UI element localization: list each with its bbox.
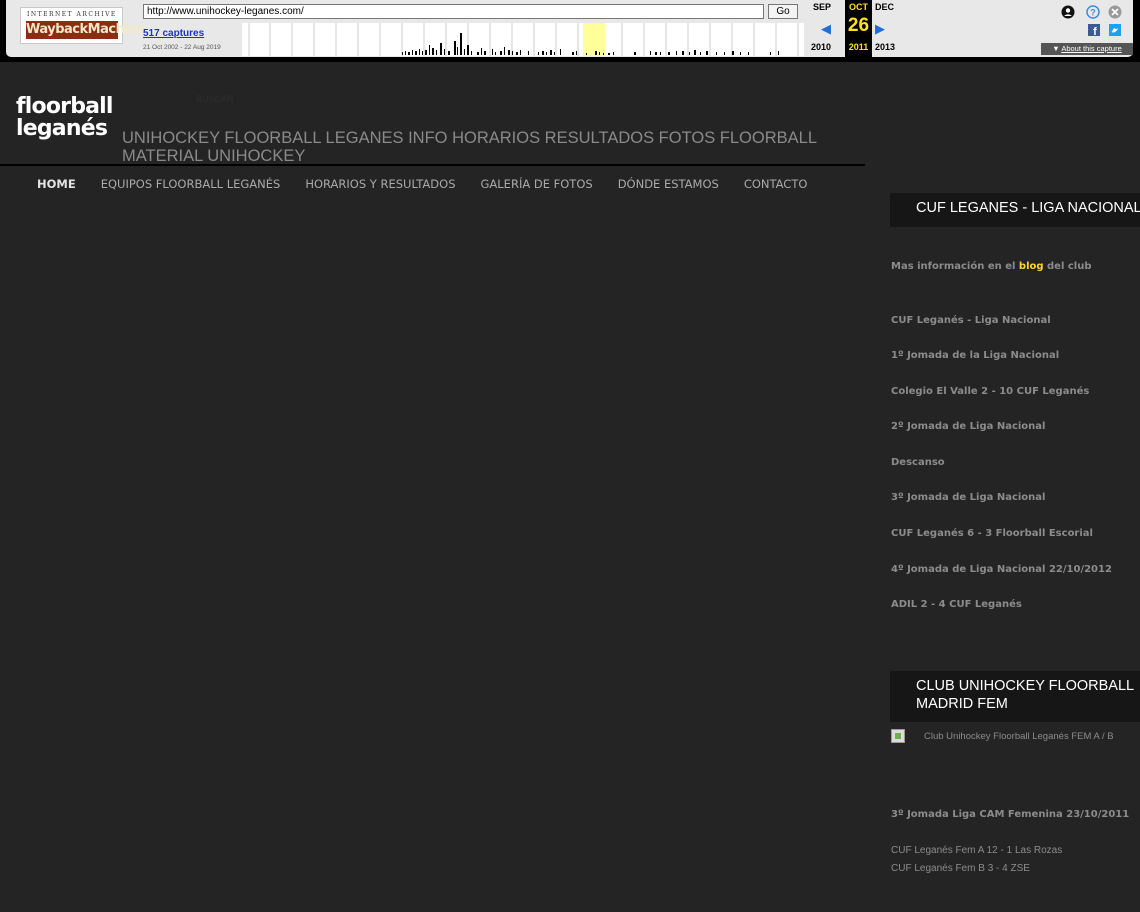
- close-icon[interactable]: [1108, 5, 1122, 19]
- sidebar-title-liga: CUF LEGANES - LIGA NACIONAL: [890, 193, 1140, 227]
- svg-text:?: ?: [1090, 8, 1096, 18]
- sidebar-link[interactable]: 3º Jomada Liga CAM Femenina 23/10/2011: [891, 809, 1129, 820]
- wayback-next-year[interactable]: 2013: [875, 42, 895, 52]
- wayback-sparkline[interactable]: [242, 23, 804, 56]
- wayback-prev-year[interactable]: 2010: [811, 42, 831, 52]
- sidebar-link[interactable]: 1º Jomada de la Liga Nacional: [891, 350, 1059, 361]
- header-divider: [0, 164, 865, 166]
- result-line: CUF Leganés Fem B 3 - 4 ZSE: [891, 863, 1030, 874]
- sidebar-blog-prefix: Mas información en el: [891, 261, 1019, 272]
- wayback-toolbar-panel: INTERNET ARCHIVE WaybackMachine http://w…: [6, 0, 1133, 57]
- nav-item-equipos[interactable]: EQUIPOS FLOORBALL LEGANÉS: [101, 176, 281, 192]
- wayback-go-button[interactable]: Go: [768, 4, 798, 19]
- about-capture-label: About this capture: [1061, 44, 1122, 53]
- search-button[interactable]: BUSCAR: [196, 94, 234, 104]
- site-logo-line2: leganés: [16, 116, 108, 141]
- sidebar-link[interactable]: 4º Jomada de Liga Nacional 22/10/2012: [891, 564, 1112, 575]
- team-photo-alt: Club Unihockey Floorball Leganés FEM A /…: [924, 730, 1114, 742]
- facebook-icon[interactable]: f: [1088, 24, 1100, 38]
- sidebar-link[interactable]: CUF Leganés 6 - 3 Floorball Escorial: [891, 528, 1093, 539]
- sidebar-title-femenino: CLUB UNIHOCKEY FLOORBALL MADRID FEM: [890, 671, 1140, 722]
- sidebar-blog-suffix: del club: [1043, 261, 1092, 272]
- site-logo[interactable]: floorball leganés: [16, 96, 113, 140]
- wayback-next-month[interactable]: DEC: [875, 2, 894, 12]
- sidebar-link[interactable]: 3º Jomada de Liga Nacional: [891, 492, 1045, 503]
- nav-item-home[interactable]: HOME: [37, 176, 76, 192]
- wayback-logo-top: INTERNET ARCHIVE: [27, 11, 117, 18]
- sidebar-link[interactable]: ADIL 2 - 4 CUF Leganés: [891, 599, 1022, 610]
- sidebar-link[interactable]: CUF Leganés - Liga Nacional: [891, 315, 1051, 326]
- sidebar-link[interactable]: Colegio El Valle 2 - 10 CUF Leganés: [891, 386, 1089, 397]
- wayback-current-month: OCT: [849, 2, 868, 12]
- team-photo: Club Unihockey Floorball Leganés FEM A /…: [891, 729, 1114, 743]
- about-capture-button[interactable]: ▼ About this capture: [1041, 43, 1133, 55]
- wayback-icon-group: ? f: [1058, 4, 1138, 45]
- broken-image-icon: [891, 729, 905, 743]
- help-icon[interactable]: ?: [1086, 5, 1100, 19]
- site-tagline: UNIHOCKEY FLOORBALL LEGANES INFO HORARIO…: [122, 129, 817, 165]
- nav-item-galeria[interactable]: GALERÍA DE FOTOS: [481, 176, 593, 192]
- wayback-calendar: SEP OCT DEC ◀ 26 ▶ 2010 2011 2013: [811, 0, 901, 57]
- nav-item-contacto[interactable]: CONTACTO: [744, 176, 808, 192]
- wayback-current-day: 26: [847, 15, 870, 36]
- wayback-current-year: 2011: [848, 42, 869, 52]
- wayback-prev-month[interactable]: SEP: [813, 2, 831, 12]
- blog-link[interactable]: blog: [1019, 261, 1044, 272]
- nav-item-donde[interactable]: DÓNDE ESTAMOS: [618, 176, 719, 192]
- main-nav: HOME EQUIPOS FLOORBALL LEGANÉS HORARIOS …: [37, 176, 832, 192]
- svg-text:f: f: [1093, 26, 1097, 38]
- wayback-toolbar: INTERNET ARCHIVE WaybackMachine http://w…: [0, 0, 1140, 62]
- wayback-captures-link[interactable]: 517 captures: [143, 28, 204, 39]
- sidebar-link[interactable]: Descanso: [891, 457, 945, 468]
- next-capture-arrow-icon[interactable]: ▶: [875, 21, 885, 37]
- sidebar-link[interactable]: 2º Jomada de Liga Nacional: [891, 421, 1045, 432]
- wayback-logo-main: WaybackMachine: [26, 21, 146, 39]
- site-logo-line1: floorball: [16, 94, 113, 119]
- wayback-logo[interactable]: INTERNET ARCHIVE WaybackMachine: [20, 7, 146, 44]
- prev-capture-arrow-icon[interactable]: ◀: [821, 21, 831, 37]
- nav-item-horarios[interactable]: HORARIOS Y RESULTADOS: [305, 176, 455, 192]
- wayback-capture-range: 21 Oct 2002 - 22 Aug 2019: [143, 44, 221, 51]
- wayback-url-input[interactable]: http://www.unihockey-leganes.com/: [143, 4, 764, 19]
- user-icon[interactable]: [1061, 5, 1075, 19]
- result-line: CUF Leganés Fem A 12 - 1 Las Rozas: [891, 845, 1063, 856]
- sidebar-blog-info: Mas información en el blog del club: [891, 261, 1092, 272]
- twitter-icon[interactable]: [1109, 24, 1121, 36]
